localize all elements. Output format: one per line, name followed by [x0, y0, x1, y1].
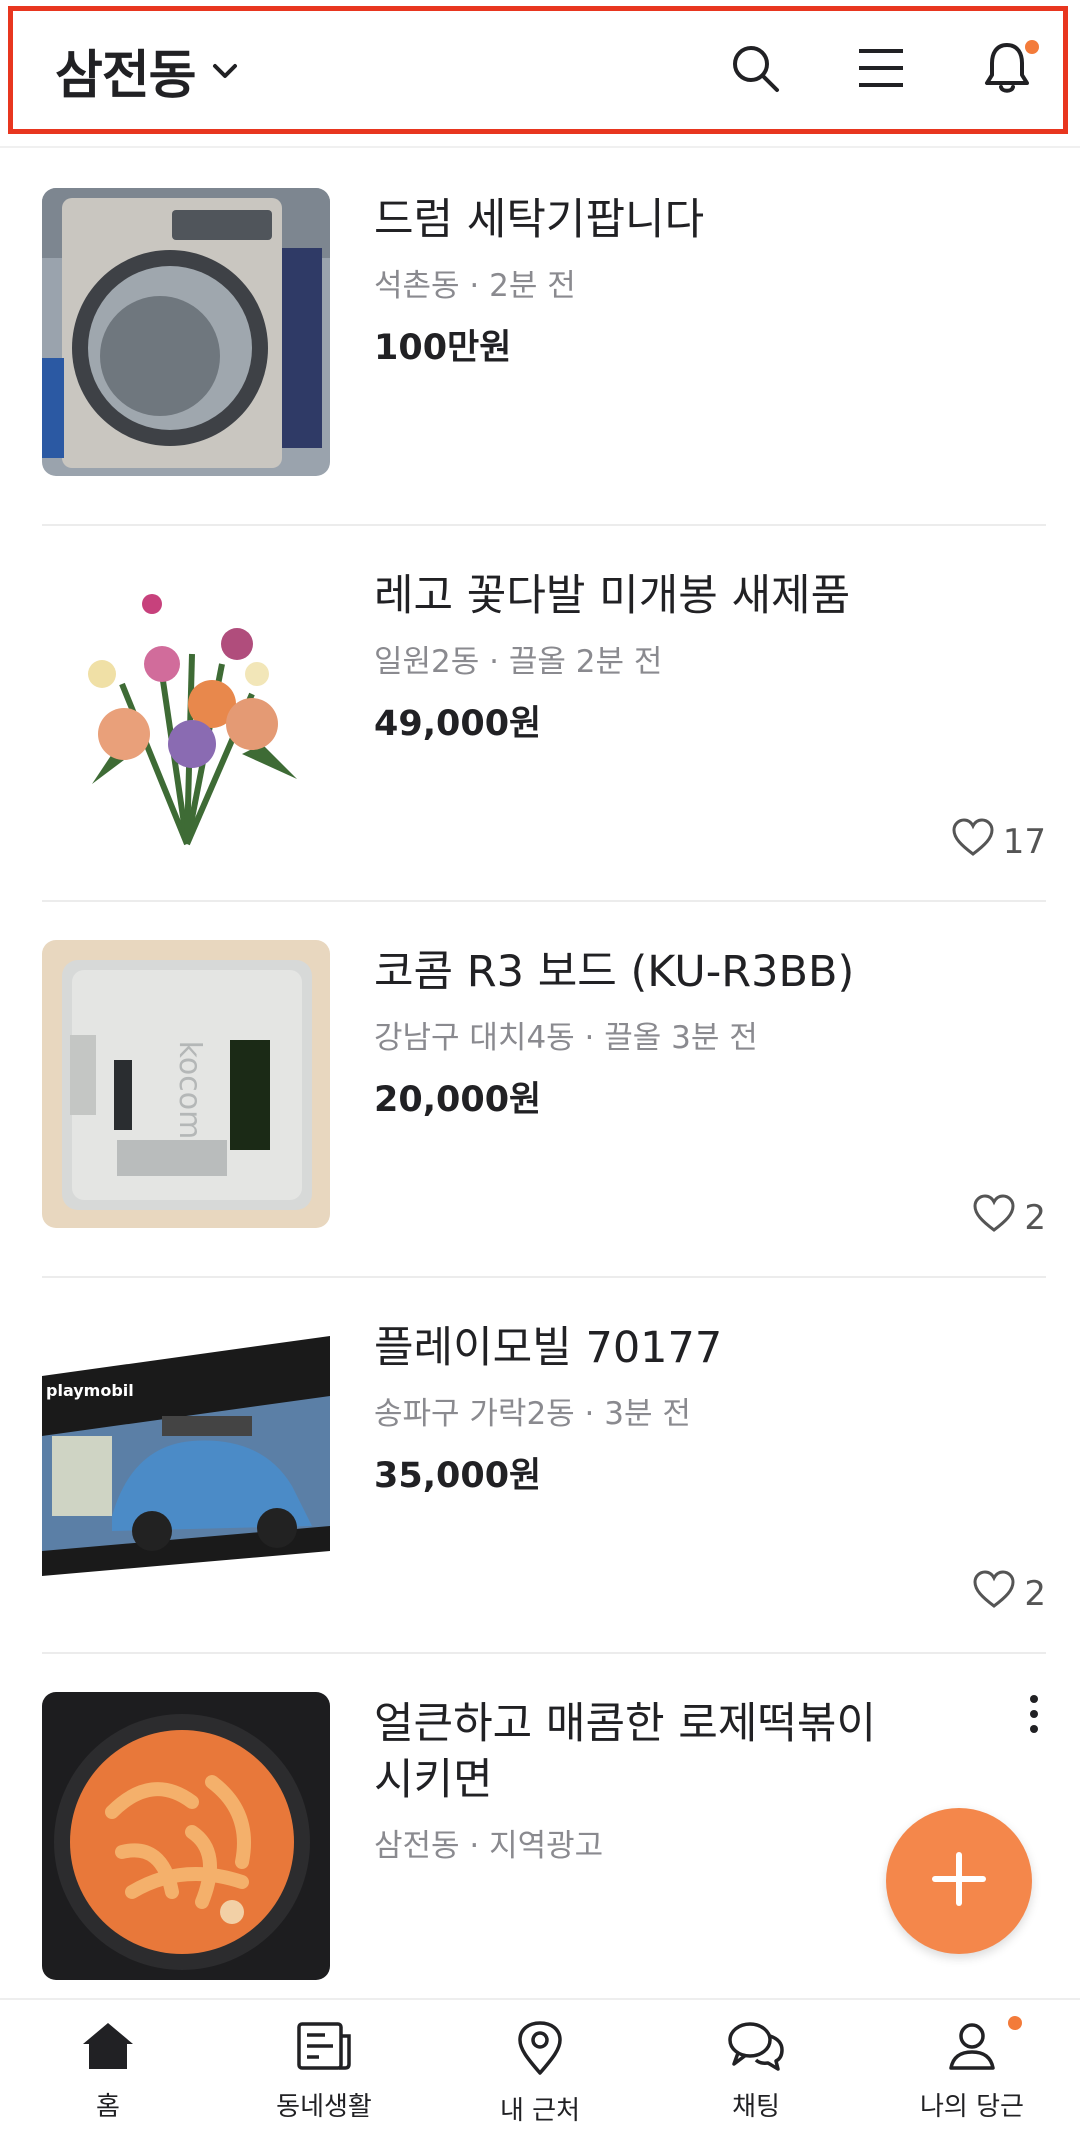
notification-dot: [1025, 40, 1039, 54]
like-count-value: 2: [1024, 1197, 1046, 1238]
header-divider: [0, 146, 1080, 148]
item-thumbnail: [42, 1692, 330, 1980]
more-vertical-icon: [1028, 1695, 1040, 1738]
newspaper-icon: [295, 2020, 353, 2076]
item-title-line1: 얼큰하고 매콤한 로제떡볶이: [374, 1699, 877, 1749]
nav-my-profile[interactable]: 나의 당근: [864, 2000, 1080, 2154]
profile-icon: [946, 2020, 998, 2076]
notifications-button[interactable]: [967, 30, 1047, 110]
list-item[interactable]: kocom 코콤 R3 보드 (KU-R3BB) 강남구 대치4동 · 끌올 3…: [0, 902, 1080, 1278]
item-price: 20,000원: [374, 1080, 542, 1120]
chat-icon: [726, 2020, 786, 2076]
item-title: 레고 꽃다발 미개봉 새제품: [374, 571, 851, 621]
nav-label: 나의 당근: [920, 2092, 1024, 2122]
top-app-bar: 삼전동: [8, 6, 1068, 134]
product-list: 드럼 세탁기팝니다 석촌동 · 2분 전 100만원 레고 꽃다발 미개봉 새제…: [0, 150, 1080, 2074]
item-thumbnail: [42, 564, 330, 852]
item-thumbnail: [42, 188, 330, 476]
chevron-down-icon: [212, 62, 238, 84]
nav-label: 동네생활: [276, 2092, 372, 2122]
like-count: 2: [972, 1193, 1046, 1242]
heart-icon: [972, 1193, 1024, 1242]
item-title: 코콤 R3 보드 (KU-R3BB): [374, 947, 855, 997]
kocom-logo: kocom: [172, 1041, 207, 1140]
list-item[interactable]: 드럼 세탁기팝니다 석촌동 · 2분 전 100만원: [0, 150, 1080, 526]
item-price: 100만원: [374, 328, 512, 368]
nav-label: 채팅: [732, 2092, 780, 2122]
plus-icon: [929, 1849, 989, 1913]
nav-chat[interactable]: 채팅: [648, 2000, 864, 2154]
bell-icon: [982, 41, 1032, 99]
like-count-value: 17: [1002, 821, 1046, 862]
nav-community[interactable]: 동네생활: [216, 2000, 432, 2154]
menu-icon: [857, 47, 905, 93]
item-price: 35,000원: [374, 1456, 542, 1496]
item-meta: 일원2동 · 끌올 2분 전: [374, 644, 663, 680]
heart-icon: [972, 1569, 1024, 1618]
location-pin-icon: [515, 2020, 565, 2080]
item-title: 드럼 세탁기팝니다: [374, 195, 705, 245]
item-thumbnail: kocom: [42, 940, 330, 1228]
location-label: 삼전동: [55, 45, 197, 106]
search-button[interactable]: [715, 30, 795, 110]
notification-dot: [1008, 2016, 1022, 2030]
item-title-line2: 시키면: [374, 1755, 493, 1805]
nav-home[interactable]: 홈: [0, 2000, 216, 2154]
nav-label: 홈: [96, 2092, 120, 2122]
bottom-navigation: 홈 동네생활 내 근처 채팅 나의 당근: [0, 1998, 1080, 2154]
nav-label: 내 근처: [499, 2096, 581, 2126]
item-meta: 석촌동 · 2분 전: [374, 268, 576, 304]
item-price: 49,000원: [374, 704, 542, 744]
item-meta: 송파구 가락2동 · 3분 전: [374, 1396, 691, 1432]
like-count-value: 2: [1024, 1573, 1046, 1614]
playmobil-logo: playmobil: [46, 1381, 134, 1400]
menu-button[interactable]: [841, 30, 921, 110]
item-thumbnail: playmobil: [42, 1316, 330, 1604]
item-meta: 강남구 대치4동 · 끌올 3분 전: [374, 1020, 758, 1056]
heart-icon: [951, 817, 1003, 866]
search-icon: [729, 42, 781, 98]
like-count: 17: [951, 817, 1046, 866]
list-item[interactable]: 레고 꽃다발 미개봉 새제품 일원2동 · 끌올 2분 전 49,000원 17: [0, 526, 1080, 902]
list-item[interactable]: playmobil 플레이모빌 70177 송파구 가락2동 · 3분 전 35…: [0, 1278, 1080, 1654]
nav-nearby[interactable]: 내 근처: [432, 2000, 648, 2154]
item-title: 플레이모빌 70177: [374, 1323, 723, 1373]
more-options-button[interactable]: [1028, 1694, 1040, 1738]
home-icon: [80, 2020, 136, 2076]
add-post-button[interactable]: [886, 1808, 1032, 1954]
like-count: 2: [972, 1569, 1046, 1618]
location-selector[interactable]: 삼전동: [13, 33, 238, 108]
